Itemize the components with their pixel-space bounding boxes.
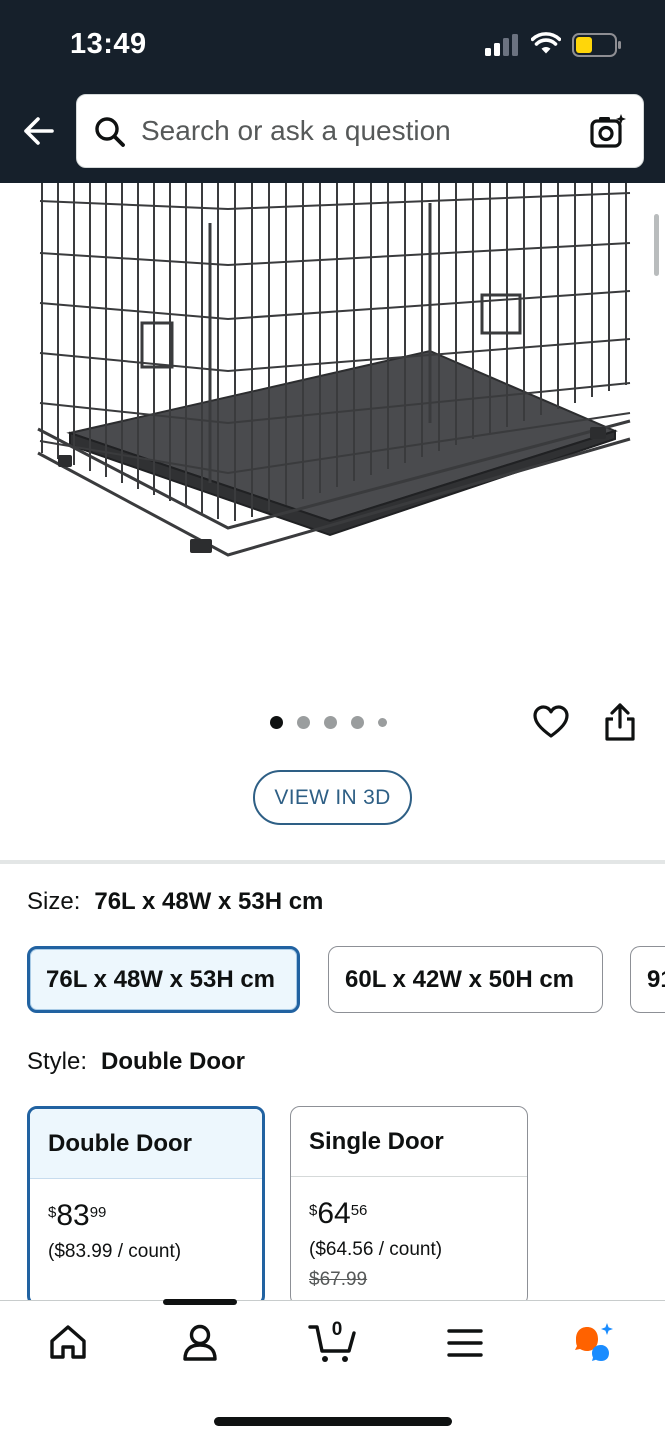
style-option-name: Single Door: [291, 1107, 527, 1177]
style-label-row: Style: Double Door: [27, 1048, 245, 1076]
price-currency: $: [48, 1204, 57, 1221]
carousel-dot-1[interactable]: [270, 715, 283, 729]
camera-search-icon[interactable]: [589, 112, 627, 150]
carousel-dot-3[interactable]: [324, 715, 337, 729]
active-tab-indicator: [163, 1299, 237, 1305]
carousel-dot-4[interactable]: [351, 715, 364, 729]
home-indicator: [214, 1417, 452, 1426]
price-currency: $: [309, 1202, 318, 1219]
size-label: Size:: [27, 888, 81, 915]
price-fraction: 56: [350, 1202, 368, 1219]
search-icon: [95, 117, 125, 147]
product-image[interactable]: [30, 183, 640, 583]
price-whole: 83: [56, 1199, 90, 1232]
cart-button[interactable]: 0: [308, 1319, 358, 1365]
app-header: 13:49 Search or ask a question: [0, 0, 665, 183]
style-option-name: Double Door: [30, 1109, 262, 1179]
size-label-row: Size: 76L x 48W x 53H cm: [27, 888, 323, 916]
status-time: 13:49: [70, 28, 147, 60]
bottom-navigation: 0: [0, 1299, 665, 1440]
size-selected-value: 76L x 48W x 53H cm: [94, 888, 324, 915]
view-in-3d-button[interactable]: VIEW IN 3D: [253, 770, 412, 825]
search-input[interactable]: Search or ask a question: [76, 94, 644, 168]
style-selected-value: Double Door: [101, 1048, 246, 1075]
wifi-icon: [531, 32, 561, 54]
scroll-indicator: [654, 214, 659, 276]
list-price-strikethrough: $67.99: [309, 1269, 368, 1290]
style-option-single-door[interactable]: Single Door $64 56 ($64.56 / count) $67.9…: [290, 1106, 528, 1306]
home-icon[interactable]: [46, 1321, 90, 1365]
size-option-60l[interactable]: 60L x 42W x 50H cm: [328, 946, 603, 1013]
search-placeholder: Search or ask a question: [141, 115, 451, 146]
heart-icon[interactable]: [532, 703, 570, 741]
carousel-dot-2[interactable]: [297, 715, 310, 729]
rufus-ai-icon[interactable]: [572, 1321, 616, 1365]
price-per-count: ($64.56 / count): [309, 1239, 443, 1260]
back-arrow-icon[interactable]: [18, 110, 60, 152]
price-fraction: 99: [89, 1204, 107, 1221]
size-option-91[interactable]: 91: [630, 946, 665, 1013]
price: $64 56: [309, 1199, 527, 1229]
price-per-count: ($83.99 / count): [48, 1241, 182, 1262]
cellular-signal-icon: [485, 34, 518, 56]
price-whole: 64: [317, 1197, 351, 1230]
battery-icon: [572, 33, 621, 57]
style-option-double-door[interactable]: Double Door $83 99 ($83.99 / count): [27, 1106, 265, 1306]
price: $83 99: [48, 1201, 262, 1231]
share-icon[interactable]: [602, 702, 638, 742]
size-option-76l[interactable]: 76L x 48W x 53H cm: [27, 946, 300, 1013]
section-divider: [0, 860, 665, 864]
account-icon[interactable]: [178, 1321, 222, 1365]
menu-icon[interactable]: [443, 1321, 487, 1365]
style-label: Style:: [27, 1048, 88, 1075]
carousel-dot-5[interactable]: [378, 717, 387, 727]
image-carousel-dots: [270, 714, 387, 730]
cart-count-badge: 0: [331, 1319, 343, 1340]
